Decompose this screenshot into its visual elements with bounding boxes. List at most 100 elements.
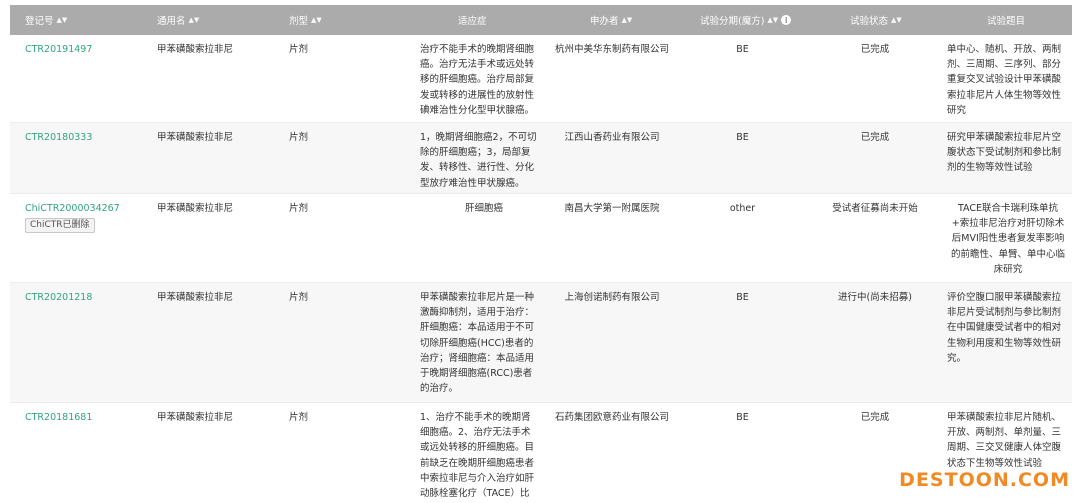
indication-line: 肝细胞癌	[420, 201, 548, 216]
trial-title: 单中心、随机、开放、两制 剂、三周期、三序列、部分 重复交叉试验设计甲苯磺酸 索…	[947, 42, 1069, 118]
dosage-form: 片剂	[289, 290, 308, 305]
indication-line: 移的肝细胞癌。治疗局部复	[420, 72, 548, 87]
title-line: 单中心、随机、开放、两制	[947, 42, 1069, 57]
header-title: 试验题目	[987, 13, 1025, 27]
title-line: 后MVI阳性患者复发率影响	[947, 231, 1069, 246]
title-line: +索拉非尼治疗对肝切除术	[947, 216, 1069, 231]
reg-no-link[interactable]: CTR20180333	[25, 130, 92, 145]
indication: 治疗不能手术的晚期肾细胞 癌。治疗无法手术或远处转 移的肝细胞癌。治疗局部复 发…	[420, 42, 548, 118]
indication-line: 1、治疗不能手术的晚期肾	[420, 410, 548, 425]
info-icon[interactable]: i	[781, 15, 791, 25]
indication-line: 型放疗难治性甲状腺癌。	[420, 176, 548, 191]
header-reg-no[interactable]: 登记号▲▼	[25, 13, 67, 27]
indication-line: 1，晚期肾细胞癌2，不可切	[420, 130, 548, 145]
dosage-form: 片剂	[289, 201, 308, 216]
header-status[interactable]: 试验状态▲▼	[850, 13, 902, 27]
title-line: 周期、三交叉健康人体空腹	[947, 440, 1069, 455]
indication-line: 细胞癌。2、治疗无法手术	[420, 425, 548, 440]
header-indication-label: 适应症	[458, 13, 487, 27]
status: 已完成	[810, 42, 940, 57]
reg-no-link[interactable]: CTR20191497	[25, 42, 92, 57]
sponsor: 石药集团欧意药业有限公司	[552, 410, 672, 425]
title-line: 重复交叉试验设计甲苯磺酸	[947, 72, 1069, 87]
phase: BE	[700, 130, 785, 145]
header-form-label: 剂型	[289, 13, 308, 27]
generic-name: 甲苯磺酸索拉非尼	[157, 290, 233, 305]
reg-no-link[interactable]: CTR20181681	[25, 410, 92, 425]
phase: other	[700, 201, 785, 216]
reg-no-link[interactable]: CTR20201218	[25, 290, 92, 305]
dosage-form: 片剂	[289, 410, 308, 425]
phase: BE	[700, 290, 785, 305]
sort-icon[interactable]: ▲▼	[57, 16, 68, 24]
dosage-form: 片剂	[289, 130, 308, 145]
title-line: 在中国健康受试者中的相对	[947, 320, 1069, 335]
title-line: 研究甲苯磺酸索拉非尼片空	[947, 130, 1069, 145]
table-row: CTR20180333 甲苯磺酸索拉非尼 片剂 1，晚期肾细胞癌2，不可切 除的…	[10, 123, 1072, 194]
table-row: CTR20201218 甲苯磺酸索拉非尼 片剂 甲苯磺酸索拉非尼片是一种 激酶抑…	[10, 283, 1072, 403]
indication-line: 碘难治性分化型甲状腺癌。	[420, 103, 548, 118]
indication-line: 动脉栓塞化疗（TACE）比	[420, 486, 548, 501]
title-line: 腹状态下受试制剂和参比制	[947, 145, 1069, 160]
header-phase[interactable]: 试验分期(魔方)▲▼i	[700, 13, 791, 27]
table-row: CTR20191497 甲苯磺酸索拉非尼 片剂 治疗不能手术的晚期肾细胞 癌。治…	[10, 35, 1072, 123]
sort-icon[interactable]: ▲▼	[622, 16, 633, 24]
trial-table: 登记号▲▼ 通用名▲▼ 剂型▲▼ 适应症 申办者▲▼ 试验分期(魔方)▲▼i 试…	[10, 5, 1072, 503]
title-line: 究。	[947, 351, 1069, 366]
title-line: 评价空腹口服甲苯磺酸索拉	[947, 290, 1069, 305]
title-line: 索拉非尼片人体生物等效性	[947, 88, 1069, 103]
deleted-badge: ChiCTR已删除	[25, 218, 95, 233]
indication-line: 于晚期肾细胞癌(RCC)患者	[420, 366, 548, 381]
trial-title: TACE联合卡瑞利珠单抗 +索拉非尼治疗对肝切除术 后MVI阳性患者复发率影响 …	[947, 201, 1069, 277]
title-line: 的前瞻性、单臂、单中心临	[947, 247, 1069, 262]
phase: BE	[700, 410, 785, 425]
header-generic[interactable]: 通用名▲▼	[157, 13, 199, 27]
watermark-logo: DESTOON.COM	[899, 469, 1070, 491]
sponsor: 江西山香药业有限公司	[552, 130, 672, 145]
indication-line: 除的肝细胞癌；3，局部复	[420, 145, 548, 160]
status: 进行中(尚未招募)	[810, 290, 940, 305]
reg-no-link[interactable]: ChiCTR2000034267 ChiCTR已删除	[25, 201, 120, 233]
sort-icon[interactable]: ▲▼	[767, 16, 778, 24]
header-reg-no-label: 登记号	[25, 13, 54, 27]
title-line: 非尼片受试制剂与参比制剂	[947, 305, 1069, 320]
header-form[interactable]: 剂型▲▼	[289, 13, 322, 27]
title-line: TACE联合卡瑞利珠单抗	[947, 201, 1069, 216]
header-title-label: 试验题目	[987, 13, 1025, 27]
status: 已完成	[810, 130, 940, 145]
indication-line: 中索拉非尼与介入治疗如肝	[420, 471, 548, 486]
indication: 1、治疗不能手术的晚期肾 细胞癌。2、治疗无法手术 或远处转移的肝细胞癌。目 前…	[420, 410, 548, 501]
title-line: 剂、三周期、三序列、部分	[947, 57, 1069, 72]
header-sponsor[interactable]: 申办者▲▼	[590, 13, 632, 27]
sort-icon[interactable]: ▲▼	[891, 16, 902, 24]
title-line: 开放、两制剂、单剂量、三	[947, 425, 1069, 440]
phase: BE	[700, 42, 785, 57]
trial-title: 甲苯磺酸索拉非尼片随机、 开放、两制剂、单剂量、三 周期、三交叉健康人体空腹 状…	[947, 410, 1069, 471]
indication-line: 前缺乏在晚期肝细胞癌患者	[420, 456, 548, 471]
sponsor: 杭州中美华东制药有限公司	[552, 42, 672, 57]
generic-name: 甲苯磺酸索拉非尼	[157, 42, 233, 57]
indication: 肝细胞癌	[420, 201, 548, 216]
table-header: 登记号▲▼ 通用名▲▼ 剂型▲▼ 适应症 申办者▲▼ 试验分期(魔方)▲▼i 试…	[10, 5, 1072, 35]
indication-line: 治疗；肾细胞癌：本品适用	[420, 351, 548, 366]
indication-line: 的治疗。	[420, 381, 548, 396]
title-line: 剂的生物等效性试验	[947, 160, 1069, 175]
header-phase-label: 试验分期(魔方)	[700, 13, 764, 27]
indication-line: 切除肝细胞癌(HCC)患者的	[420, 336, 548, 351]
dosage-form: 片剂	[289, 42, 308, 57]
header-indication: 适应症	[458, 13, 487, 27]
indication-line: 癌。治疗无法手术或远处转	[420, 57, 548, 72]
sort-icon[interactable]: ▲▼	[189, 16, 200, 24]
indication: 甲苯磺酸索拉非尼片是一种 激酶抑制剂，适用于治疗： 肝细胞癌：本品适用于不可 切…	[420, 290, 548, 396]
sort-icon[interactable]: ▲▼	[311, 16, 322, 24]
header-status-label: 试验状态	[850, 13, 888, 27]
sponsor: 上海创诺制药有限公司	[552, 290, 672, 305]
reg-no-text[interactable]: ChiCTR2000034267	[25, 201, 120, 216]
generic-name: 甲苯磺酸索拉非尼	[157, 201, 233, 216]
title-line: 研究	[947, 103, 1069, 118]
title-line: 床研究	[947, 262, 1069, 277]
indication-line: 发、转移性、进行性、分化	[420, 160, 548, 175]
header-generic-label: 通用名	[157, 13, 186, 27]
sponsor: 南昌大学第一附属医院	[552, 201, 672, 216]
trial-title: 研究甲苯磺酸索拉非尼片空 腹状态下受试制剂和参比制 剂的生物等效性试验	[947, 130, 1069, 176]
